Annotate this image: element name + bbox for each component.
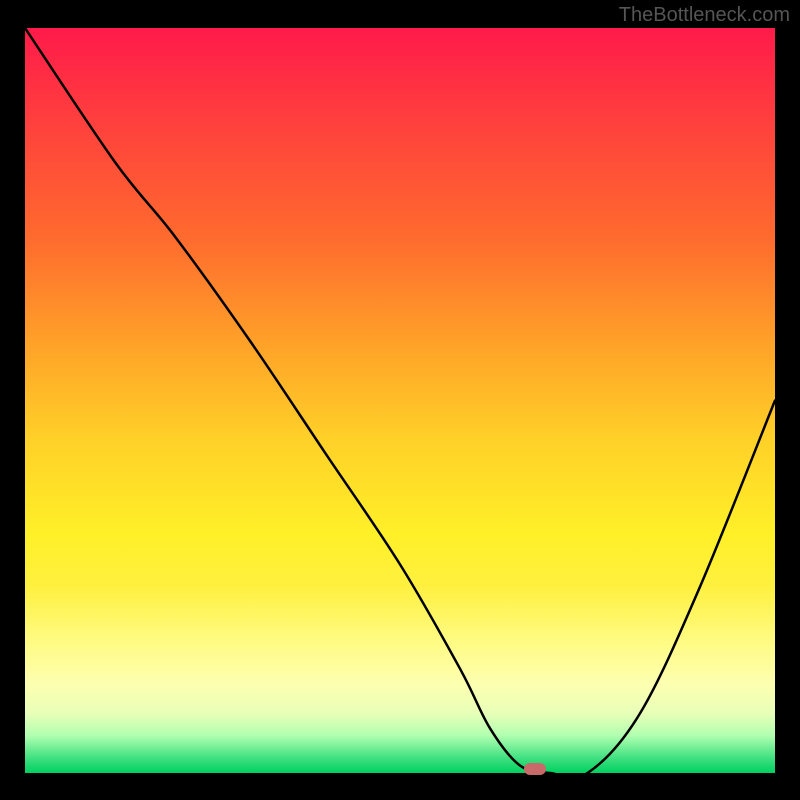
- curve-svg: [25, 28, 775, 773]
- plot-area: [25, 28, 775, 773]
- bottleneck-curve: [25, 28, 775, 773]
- marker-dot: [524, 763, 546, 775]
- watermark-text: TheBottleneck.com: [619, 4, 790, 27]
